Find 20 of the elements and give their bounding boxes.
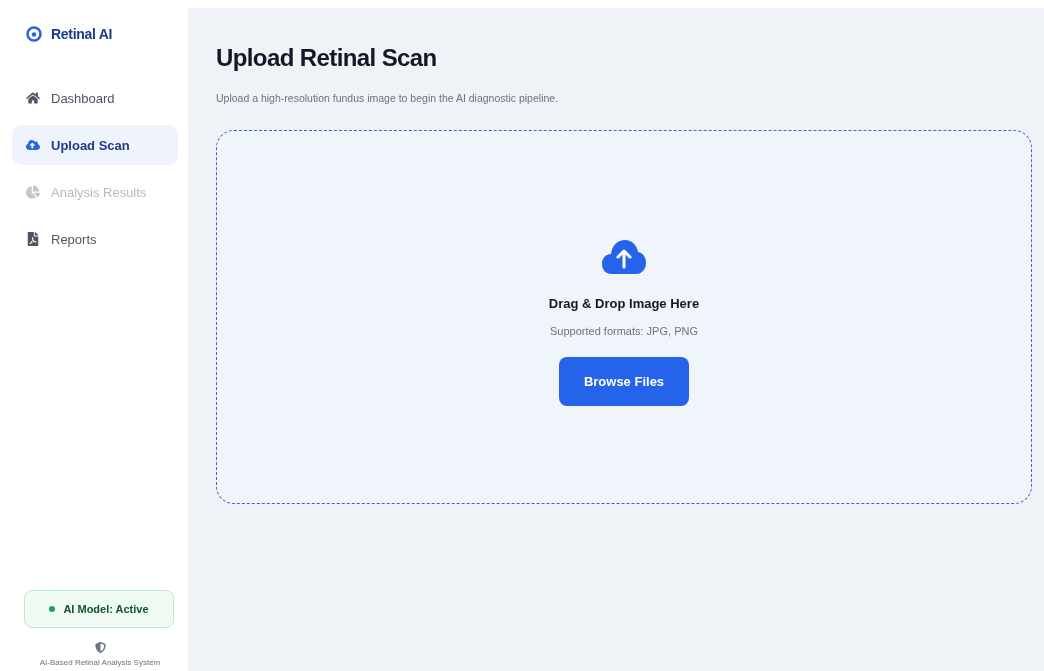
page-subtitle: Upload a high-resolution fundus image to begin the AI diagnostic pipeline. xyxy=(216,92,560,104)
page-title: Upload Retinal Scan xyxy=(216,44,438,72)
shield-icon xyxy=(94,642,106,653)
nav-item[interactable]: Reports xyxy=(12,219,178,259)
home-icon xyxy=(26,91,40,105)
drop-zone[interactable]: Drag & Drop Image Here Supported formats: JPG, PNG Browse Files xyxy=(216,130,1032,504)
browse-button[interactable]: Browse Files xyxy=(559,357,689,406)
drop-heading: Drag & Drop Image Here xyxy=(548,296,700,311)
logo-icon xyxy=(26,26,42,42)
nav-item[interactable]: Upload Scan xyxy=(12,125,178,165)
file-icon xyxy=(26,232,40,246)
model-status: AI Model: Active xyxy=(24,590,174,628)
app-name: Retinal AI xyxy=(51,26,113,42)
nav-item[interactable]: Dashboard xyxy=(12,78,178,118)
footer-text: AI-Based Retinal Analysis System xyxy=(39,658,161,667)
status-dot xyxy=(49,606,56,612)
format-hint: Supported formats: JPG, PNG xyxy=(550,325,698,337)
chart-icon xyxy=(26,185,40,199)
cloud-upload-icon xyxy=(602,238,646,276)
upload-icon xyxy=(26,138,40,152)
